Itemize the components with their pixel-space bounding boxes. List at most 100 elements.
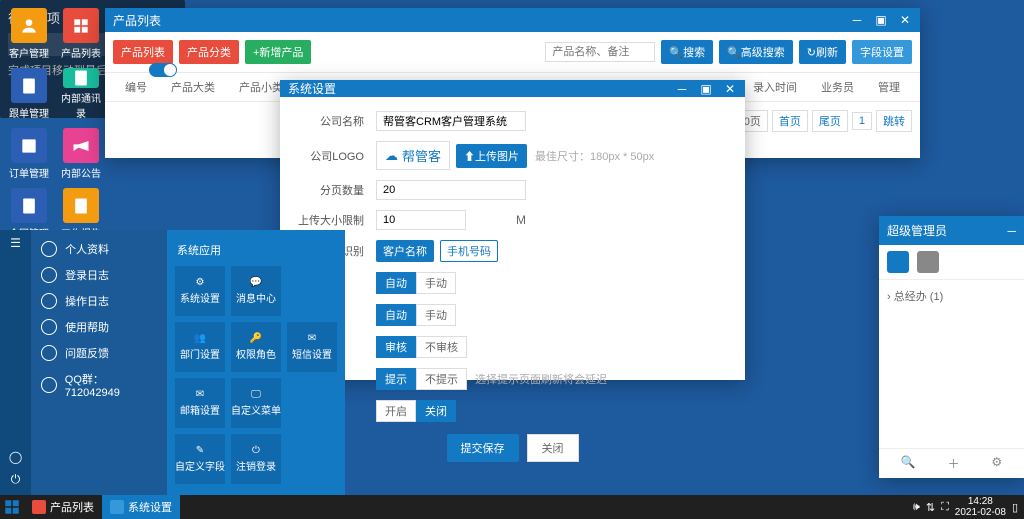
power-icon[interactable]: ⏻: [11, 472, 21, 487]
upload-logo-button[interactable]: ⬆上传图片: [456, 144, 527, 168]
pager-page[interactable]: 1: [852, 112, 872, 130]
search-input[interactable]: [545, 42, 655, 62]
menu-login-log[interactable]: 登录日志: [31, 262, 167, 288]
menu-feedback[interactable]: 问题反馈: [31, 340, 167, 366]
close-icon[interactable]: ✕: [723, 82, 737, 96]
pagesize-input[interactable]: [376, 180, 526, 200]
info-icon: [41, 319, 57, 335]
gear-icon: ⚙: [196, 277, 205, 288]
col-time[interactable]: 录入时间: [741, 79, 809, 95]
col-staff[interactable]: 业务员: [809, 79, 866, 95]
window-title: 系统设置: [288, 80, 336, 97]
minimize-icon[interactable]: ─: [1007, 224, 1016, 238]
window-titlebar[interactable]: 系统设置 ─ ▣ ✕: [280, 80, 745, 97]
opt-enable[interactable]: 开启: [376, 400, 416, 422]
show-desktop[interactable]: ▯: [1012, 501, 1018, 514]
opt-manual[interactable]: 手动: [416, 272, 456, 294]
start-button[interactable]: [0, 495, 24, 519]
product-category-button[interactable]: 产品分类: [179, 40, 239, 64]
taskbar: 产品列表 系统设置 🕪 ⇅ ⛶ 14:282021-02-08 ▯: [0, 495, 1024, 519]
opt-disable[interactable]: 关闭: [416, 400, 456, 422]
menu-op-log[interactable]: 操作日志: [31, 288, 167, 314]
add-icon[interactable]: ＋: [948, 455, 960, 472]
adv-search-button[interactable]: 🔍高级搜索: [719, 40, 793, 64]
close-icon[interactable]: ✕: [898, 13, 912, 27]
field-settings-button[interactable]: 字段设置: [852, 40, 912, 64]
opt-noprompt[interactable]: 不提示: [416, 368, 467, 390]
opt-auto2[interactable]: 自动: [376, 304, 416, 326]
label-upload: 上传大小限制: [296, 212, 376, 228]
opt-prompt[interactable]: 提示: [376, 368, 416, 390]
tile-settings[interactable]: ⚙系统设置: [175, 266, 225, 316]
desktop-icon[interactable]: 内部通讯录: [60, 68, 102, 120]
maximize-icon[interactable]: ▣: [699, 82, 713, 96]
tile-dept[interactable]: 👥部门设置: [175, 322, 225, 372]
refresh-button[interactable]: ↻刷新: [799, 40, 846, 64]
desktop-icon[interactable]: 产品列表: [60, 8, 102, 60]
edit-icon: ✎: [196, 445, 204, 456]
org-icon: 👥: [194, 333, 206, 344]
dup-opt-phone[interactable]: 手机号码: [440, 240, 498, 262]
logo-preview: ☁ 帮管客: [376, 141, 450, 170]
settings-icon[interactable]: ⚙: [991, 455, 1002, 472]
chat-icon: 💬: [250, 277, 262, 288]
minimize-icon[interactable]: ─: [675, 82, 689, 96]
sms-icon: ✉: [308, 333, 316, 344]
desktop-icon[interactable]: 跟单管理: [8, 68, 50, 120]
pager-go[interactable]: 跳转: [876, 110, 912, 132]
window-titlebar[interactable]: 产品列表 ─ ▣ ✕: [105, 8, 920, 32]
apps-title: 系统应用: [175, 238, 337, 266]
save-button[interactable]: 提交保存: [447, 434, 519, 462]
opt-auto[interactable]: 自动: [376, 272, 416, 294]
menu-icon[interactable]: ☰: [10, 236, 21, 250]
taskbar-item[interactable]: 产品列表: [24, 495, 102, 519]
add-product-button[interactable]: +新增产品: [245, 40, 311, 64]
close-button[interactable]: 关闭: [527, 434, 579, 462]
menu-qq: QQ群：712042949: [31, 366, 167, 404]
pager-first[interactable]: 首页: [772, 110, 808, 132]
tray-expand-icon[interactable]: ⛶: [941, 501, 949, 514]
tile-messages[interactable]: 💬消息中心: [231, 266, 281, 316]
admin-tab-users[interactable]: [887, 251, 909, 273]
window-title: 产品列表: [113, 12, 161, 29]
admin-tab-chat[interactable]: [917, 251, 939, 273]
tray-net-icon[interactable]: ⇅: [926, 501, 935, 514]
pager-last[interactable]: 尾页: [812, 110, 848, 132]
company-name-input[interactable]: [376, 111, 526, 131]
maximize-icon[interactable]: ▣: [874, 13, 888, 27]
col-id[interactable]: 编号: [113, 79, 159, 95]
todo-toggle[interactable]: [149, 63, 177, 77]
desktop-icon[interactable]: 订单管理: [8, 128, 50, 180]
admin-panel: 超级管理员─ › 总经办 (1) 🔍 ＋ ⚙: [879, 216, 1024, 478]
tile-fields[interactable]: ✎自定义字段: [175, 434, 225, 484]
opt-noaudit[interactable]: 不审核: [416, 336, 467, 358]
user-icon: [41, 241, 57, 257]
col-category1[interactable]: 产品大类: [159, 79, 227, 95]
opt-audit[interactable]: 审核: [376, 336, 416, 358]
upload-limit-input[interactable]: [376, 210, 466, 230]
tile-menu[interactable]: 🖵自定义菜单: [231, 378, 281, 428]
search-icon[interactable]: 🔍: [901, 455, 916, 472]
dup-opt-name[interactable]: 客户名称: [376, 240, 434, 262]
clock[interactable]: 14:282021-02-08: [955, 496, 1006, 518]
tile-mail[interactable]: ✉邮箱设置: [175, 378, 225, 428]
desktop-icon[interactable]: 内部公告: [60, 128, 102, 180]
taskbar-item[interactable]: 系统设置: [102, 495, 180, 519]
tile-sms[interactable]: ✉短信设置: [287, 322, 337, 372]
user-icon[interactable]: ◯: [9, 450, 22, 464]
tree-node[interactable]: › 总经办 (1): [887, 291, 943, 303]
menu-help[interactable]: 使用帮助: [31, 314, 167, 340]
opt-manual2[interactable]: 手动: [416, 304, 456, 326]
tray-sound-icon[interactable]: 🕪: [913, 501, 920, 514]
minimize-icon[interactable]: ─: [850, 13, 864, 27]
menu-profile[interactable]: 个人资料: [31, 236, 167, 262]
chat-icon: [41, 345, 57, 361]
search-button[interactable]: 🔍搜索: [661, 40, 713, 64]
power-icon: ⏻: [252, 445, 260, 456]
toolbar: 产品列表 产品分类 +新增产品 🔍搜索 🔍高级搜索 ↻刷新 字段设置: [105, 32, 920, 73]
tile-roles[interactable]: 🔑权限角色: [231, 322, 281, 372]
tile-logout[interactable]: ⏻注销登录: [231, 434, 281, 484]
label-company: 公司名称: [296, 113, 376, 129]
product-list-button[interactable]: 产品列表: [113, 40, 173, 64]
desktop-icon[interactable]: 客户管理: [8, 8, 50, 60]
